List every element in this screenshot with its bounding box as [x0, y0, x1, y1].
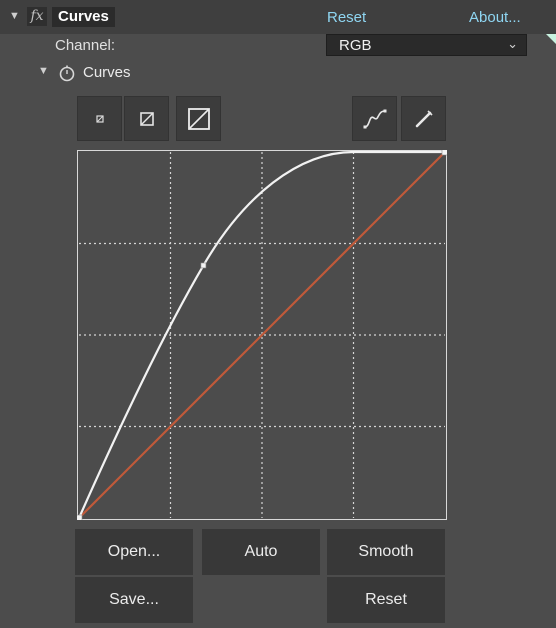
reset-button[interactable]: Reset [327, 577, 445, 623]
bezier-curve-icon [363, 109, 386, 128]
channel-dropdown[interactable]: RGB ⌄ [326, 34, 527, 56]
graph-size-large-button[interactable] [176, 96, 221, 141]
curve-control-point[interactable] [441, 150, 447, 156]
effect-header: ▼ fx Curves Reset About... [0, 0, 556, 34]
pencil-tool-button[interactable] [401, 96, 446, 141]
auto-button[interactable]: Auto [202, 529, 320, 575]
curve-graph[interactable] [77, 150, 447, 520]
stopwatch-icon[interactable] [58, 64, 76, 82]
smooth-button[interactable]: Smooth [327, 529, 445, 575]
expand-triangle-icon[interactable]: ▼ [38, 65, 49, 77]
curves-effect-panel: ▼ fx Curves Reset About... Channel: RGB … [0, 0, 556, 628]
graph-size-medium-button[interactable] [124, 96, 169, 141]
curve-control-point[interactable] [200, 262, 207, 269]
open-button[interactable]: Open... [75, 529, 193, 575]
chevron-down-icon: ⌄ [507, 36, 518, 51]
bezier-curve-tool-button[interactable] [352, 96, 397, 141]
pencil-icon [415, 109, 433, 127]
graph-size-medium-icon [139, 111, 154, 126]
effect-name-label: Curves [52, 7, 115, 27]
graph-size-small-button[interactable] [77, 96, 122, 141]
graph-size-large-icon [187, 107, 210, 130]
section-title: Curves [83, 64, 131, 81]
collapse-triangle-icon[interactable]: ▼ [9, 10, 20, 22]
save-button[interactable]: Save... [75, 577, 193, 623]
channel-label: Channel: [55, 37, 116, 54]
graph-size-small-icon [95, 114, 104, 123]
curve-control-point[interactable] [77, 514, 83, 520]
channel-selected-value: RGB [339, 37, 372, 54]
about-link[interactable]: About... [469, 9, 521, 26]
fx-toggle-icon[interactable]: fx [27, 7, 47, 26]
reset-link[interactable]: Reset [327, 9, 366, 26]
